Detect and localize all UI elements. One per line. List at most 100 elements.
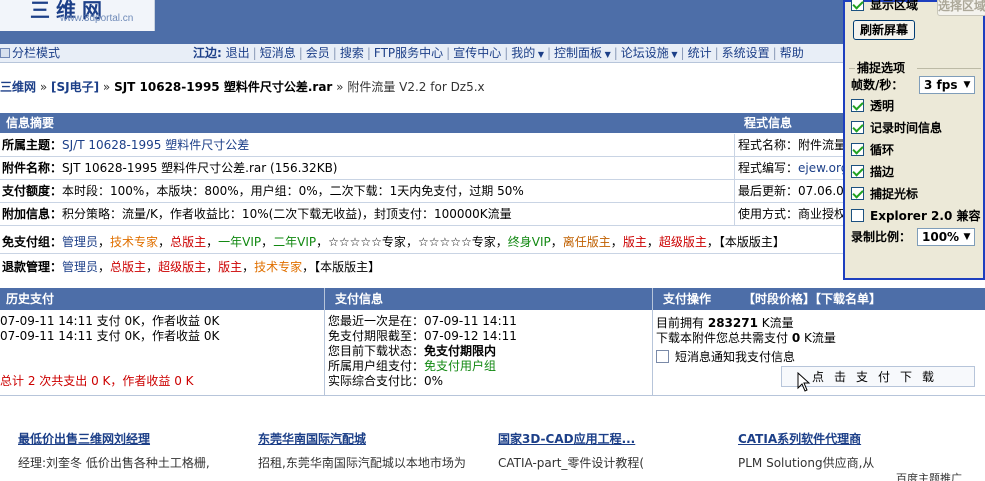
info-table-header: 信息摘要 程式信息 xyxy=(0,113,985,133)
nav-link[interactable]: 帮助 xyxy=(780,46,804,60)
payment-ops-links[interactable]: 【时段价格】【下载名单】 xyxy=(743,288,881,310)
nav-link[interactable]: 搜索 xyxy=(340,46,364,60)
group-separator: ， xyxy=(242,260,255,274)
scale-label: 录制比例： xyxy=(851,230,912,244)
site-banner: 三维网 www.3dportal.cn xyxy=(0,0,985,44)
balance-prefix: 目前拥有 xyxy=(656,316,705,330)
user-group-link[interactable]: 总版主 xyxy=(170,235,206,249)
option-checkbox[interactable] xyxy=(851,143,864,156)
info-row-refund: 退款管理：管理员，总版主，超级版主，版主，技术专家，【本版版主】 xyxy=(0,256,985,279)
payment-info-label: 您目前下载状态： xyxy=(328,344,425,358)
user-group-link[interactable]: 管理员 xyxy=(62,260,98,274)
user-group-link[interactable]: 管理员 xyxy=(62,235,98,249)
capture-option[interactable]: 记录时间信息 xyxy=(851,119,942,137)
capture-tool-panel: 显示区域 选择区域 刷新屏幕 捕捉选项 帧数/秒： 3 fps ▼ 透明 记录时间信… xyxy=(843,0,985,280)
user-group-link[interactable]: 离任版主 xyxy=(563,235,611,249)
option-checkbox[interactable] xyxy=(851,121,864,134)
select-region-button[interactable]: 选择区域 xyxy=(937,0,985,16)
breadcrumb-separator: » xyxy=(332,80,348,94)
ad-title-link[interactable]: CATIA系列软件代理商 xyxy=(738,430,968,447)
topic-link[interactable]: SJ/T 10628-1995 塑料件尺寸公差 xyxy=(62,138,249,152)
ad-title-link[interactable]: 国家3D-CAD应用工程... xyxy=(498,430,728,447)
user-group-link[interactable]: 一年VIP xyxy=(218,235,261,249)
notify-checkbox[interactable] xyxy=(656,350,669,363)
info-summary-heading: 信息摘要 xyxy=(6,116,55,130)
history-heading: 历史支付 xyxy=(6,292,55,306)
nav-link[interactable]: 我的 ▼ xyxy=(511,46,544,60)
site-logo[interactable]: 三维网 www.3dportal.cn xyxy=(0,0,155,31)
user-group-link[interactable]: 【本版版主】 xyxy=(314,260,380,274)
fps-select[interactable]: 3 fps ▼ xyxy=(919,76,975,94)
nav-link[interactable]: 控制面板 ▼ xyxy=(554,46,611,60)
current-user[interactable]: 江边: xyxy=(193,46,222,60)
program-info-heading: 程式信息 xyxy=(744,116,793,130)
user-group-link[interactable]: ☆☆☆☆☆专家 xyxy=(328,235,406,249)
capture-option[interactable]: 描边 xyxy=(851,163,894,181)
forum-navbar: 分栏模式 江边: 退出 | 短消息 | 会员 | 搜索 | FTP服务中心 | 宣传中心 | 我的 ▼ |… xyxy=(0,44,845,63)
user-group-link[interactable]: ☆☆☆☆☆专家 xyxy=(418,235,496,249)
user-group-link[interactable]: 版主 xyxy=(218,260,242,274)
payment-info-line: 实际综合支付比：0% xyxy=(328,374,648,389)
payment-info-label: 免支付期限截至： xyxy=(328,329,425,343)
program-label: 使用方式： xyxy=(738,207,799,221)
breadcrumb: 三维网 » [SJ电子] » SJT 10628-1995 塑料件尺寸公差.ra… xyxy=(0,78,845,94)
option-label: 透明 xyxy=(870,99,895,113)
notify-label: 短消息通知我支付信息 xyxy=(675,350,796,364)
user-group-link[interactable]: 超级版主 xyxy=(659,235,707,249)
show-region-checkbox[interactable] xyxy=(851,0,864,11)
nav-link[interactable]: 短消息 xyxy=(260,46,296,60)
group-separator: ， xyxy=(316,235,329,249)
breadcrumb-plugin: 附件流量 V2.2 for Dz5.x xyxy=(347,80,485,94)
payment-info-heading: 支付信息 xyxy=(335,292,384,306)
show-region-option[interactable]: 显示区域 xyxy=(851,0,918,14)
ad-title-link[interactable]: 东莞华南国际汽配城 xyxy=(258,430,488,447)
history-line: 07-09-11 14:11 支付 0K，作者收益 0K xyxy=(0,314,220,328)
cost-prefix: 下载本附件您总共需支付 xyxy=(656,331,789,345)
baidu-promo-label[interactable]: 百度主题推广 xyxy=(896,470,962,481)
balance-line: 目前拥有 283271 K流量 xyxy=(656,316,981,331)
group-separator: ， xyxy=(550,235,563,249)
chevron-down-icon: ▼ xyxy=(963,80,971,90)
capture-option[interactable]: Explorer 2.0 兼容 xyxy=(851,207,980,225)
user-group-link[interactable]: 技术专家 xyxy=(110,235,158,249)
user-group-link[interactable]: 终身VIP xyxy=(508,235,551,249)
divider xyxy=(734,134,735,156)
scale-select[interactable]: 100% ▼ xyxy=(917,228,975,246)
notify-option[interactable]: 短消息通知我支付信息 xyxy=(656,350,981,365)
breadcrumb-site[interactable]: 三维网 xyxy=(0,80,36,94)
refresh-screen-button[interactable]: 刷新屏幕 xyxy=(853,20,915,40)
option-checkbox[interactable] xyxy=(851,209,864,222)
user-group-link[interactable]: 技术专家 xyxy=(254,260,302,274)
capture-option[interactable]: 捕捉光标 xyxy=(851,185,918,203)
nav-link[interactable]: 系统设置 xyxy=(722,46,770,60)
capture-option[interactable]: 循环 xyxy=(851,141,894,159)
ad-title-link[interactable]: 最低价出售三维网刘经理 xyxy=(18,430,248,447)
nav-link[interactable]: 宣传中心 xyxy=(453,46,501,60)
user-group-link[interactable]: 版主 xyxy=(623,235,647,249)
chevron-down-icon: ▼ xyxy=(602,50,611,59)
capture-option[interactable]: 透明 xyxy=(851,97,894,115)
breadcrumb-file[interactable]: SJT 10628-1995 塑料件尺寸公差.rar xyxy=(114,80,332,94)
quota-value: 本时段：100%，本版块：800%，用户组：0%，二次下载：1天内免支付，过期 … xyxy=(62,184,524,198)
nav-link[interactable]: FTP服务中心 xyxy=(374,46,443,60)
user-group-link[interactable]: 【本版版主】 xyxy=(719,235,785,249)
user-group-link[interactable]: 二年VIP xyxy=(273,235,316,249)
nav-link[interactable]: 论坛设施 ▼ xyxy=(621,46,678,60)
breadcrumb-separator: » xyxy=(99,80,115,94)
user-group-link[interactable]: 总版主 xyxy=(110,260,146,274)
layout-switch[interactable]: 分栏模式 xyxy=(0,44,60,63)
breadcrumb-forum[interactable]: [SJ电子] xyxy=(51,80,99,94)
program-label: 程式编写： xyxy=(738,161,799,175)
program-label: 最后更新： xyxy=(738,184,799,198)
option-checkbox[interactable] xyxy=(851,165,864,178)
user-group-link[interactable]: 超级版主 xyxy=(158,260,206,274)
nav-link[interactable]: 统计 xyxy=(688,46,712,60)
divider xyxy=(849,68,855,69)
nav-link[interactable]: 退出 xyxy=(226,46,250,60)
option-checkbox[interactable] xyxy=(851,99,864,112)
ad-description: 招租,东莞华南国际汽配城以本地市场为 xyxy=(258,456,466,470)
mouse-cursor-icon xyxy=(797,372,811,392)
author-link[interactable]: ejew.org xyxy=(798,161,846,175)
nav-link[interactable]: 会员 xyxy=(306,46,330,60)
option-checkbox[interactable] xyxy=(851,187,864,200)
